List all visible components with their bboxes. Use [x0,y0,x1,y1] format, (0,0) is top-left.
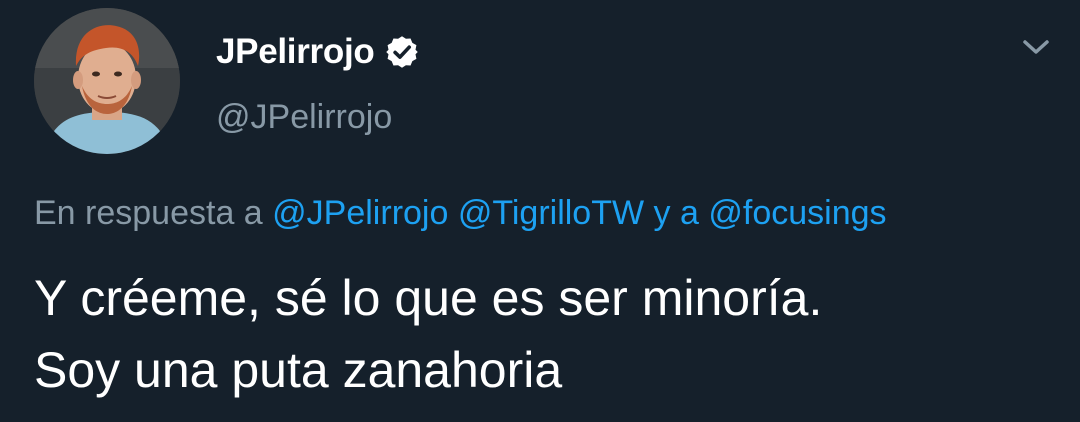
mention-link[interactable]: @focusings [708,194,886,232]
display-name[interactable]: JPelirrojo [216,32,375,72]
user-handle[interactable]: @JPelirrojo [216,98,392,137]
tweet-text: Y créeme, sé lo que es ser minoría. Soy … [34,262,1054,406]
verified-badge-icon [386,36,419,68]
mention-link[interactable]: @TigrilloTW [458,194,644,232]
reply-conjunction[interactable]: y a [654,194,699,232]
chevron-down-icon[interactable] [1016,32,1056,62]
display-name-row[interactable]: JPelirrojo [216,27,420,77]
avatar[interactable] [34,8,180,154]
tweet-card: JPelirrojo @JPelirrojo En respuesta a @J… [0,0,1080,422]
profile-photo [34,8,180,154]
tweet-text-line: Y créeme, sé lo que es ser minoría. [34,270,823,326]
reply-prefix: En respuesta a [34,194,263,232]
mention-link[interactable]: @JPelirrojo [272,194,448,232]
reply-context: En respuesta a @JPelirrojo @TigrilloTW y… [34,194,887,233]
tweet-text-line: Soy una puta zanahoria [34,342,563,398]
